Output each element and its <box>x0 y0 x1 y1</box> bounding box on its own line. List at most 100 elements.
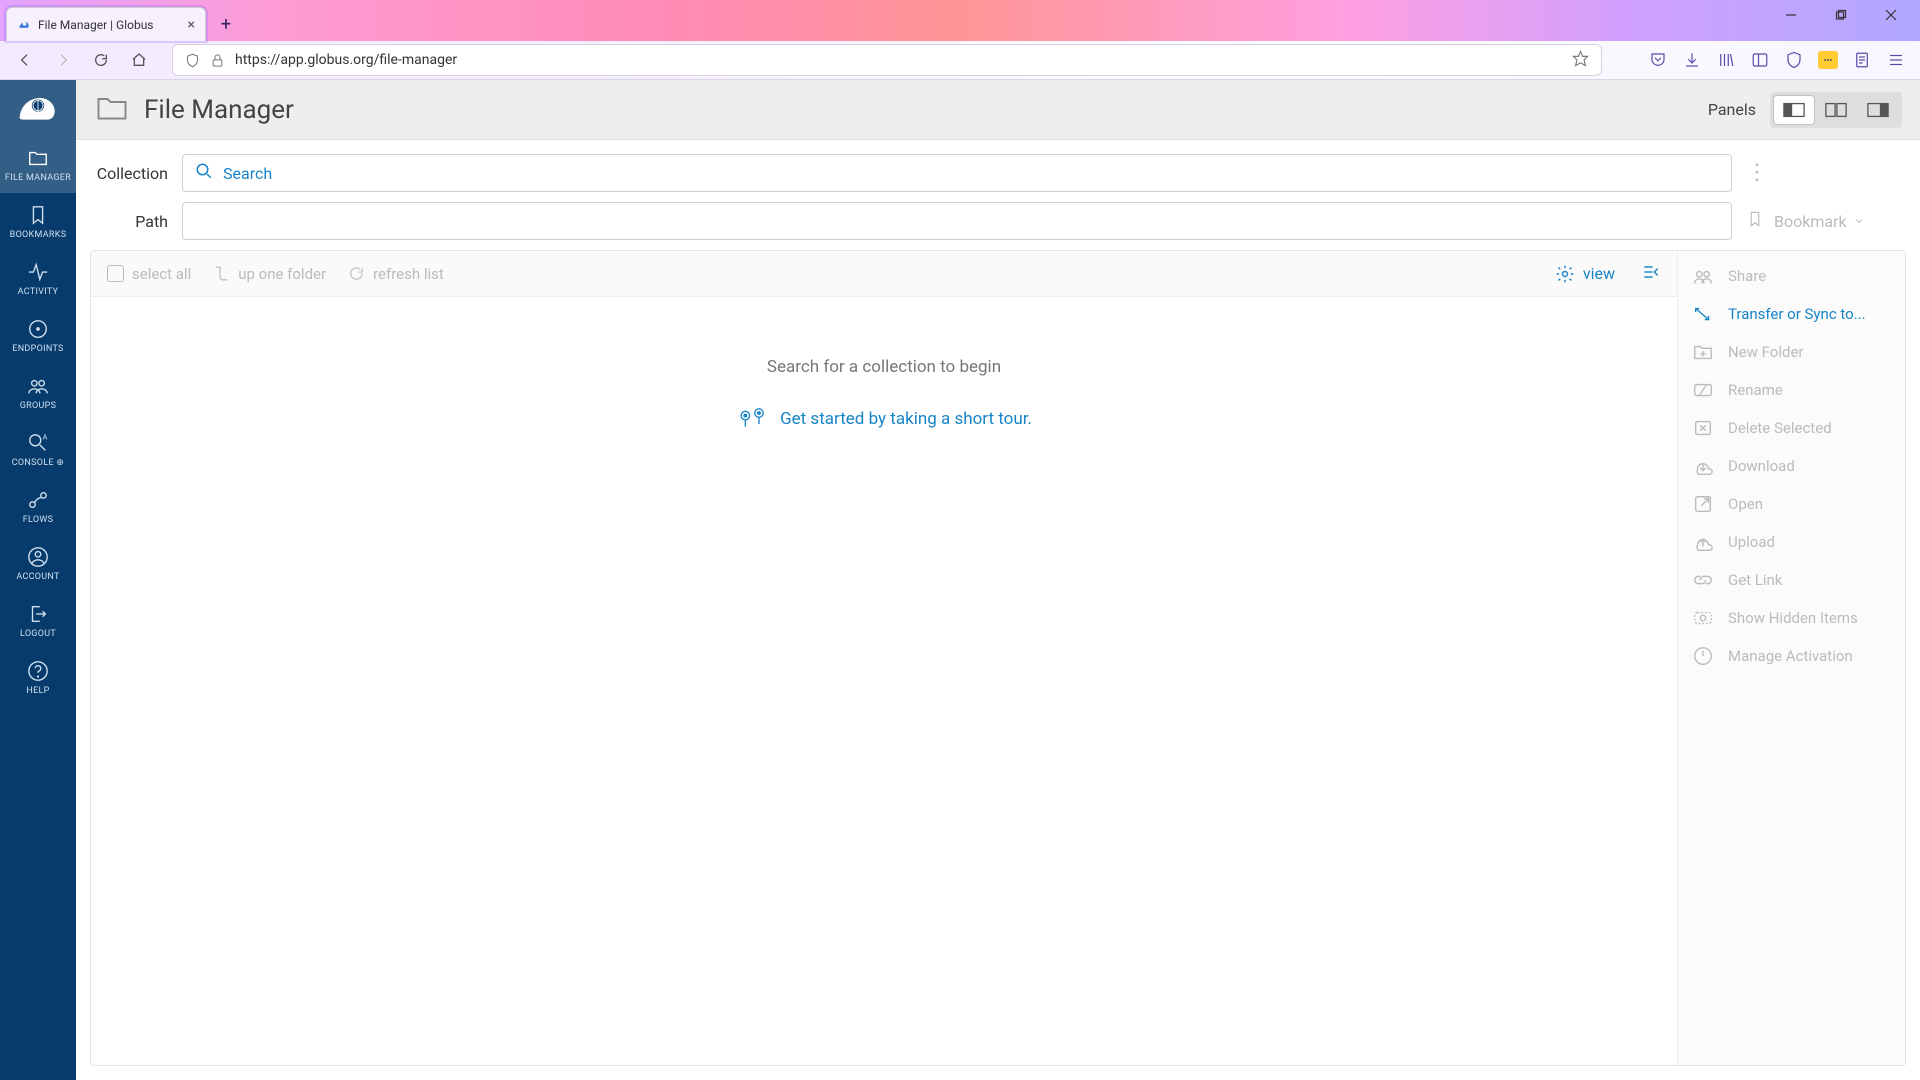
browser-toolbar: https://app.globus.org/file-manager ••• <box>0 41 1920 80</box>
window-close-button[interactable] <box>1868 0 1914 30</box>
help-icon <box>27 660 49 682</box>
empty-message: Search for a collection to begin <box>767 357 1001 377</box>
path-input[interactable] <box>195 212 1719 231</box>
tab-title: File Manager | Globus <box>38 18 154 32</box>
file-list-panel: select all up one folder refresh list vi… <box>91 251 1677 1065</box>
url-text: https://app.globus.org/file-manager <box>235 52 1562 68</box>
rename-icon <box>1692 379 1714 401</box>
transfer-icon <box>1692 303 1714 325</box>
nav-forward-button[interactable] <box>48 45 78 75</box>
action-get-link[interactable]: Get Link <box>1678 561 1905 599</box>
refresh-list-button[interactable]: refresh list <box>348 265 444 283</box>
hamburger-menu-icon[interactable] <box>1886 50 1906 70</box>
browser-tab-strip: File Manager | Globus × + <box>0 0 1920 41</box>
nav-reload-button[interactable] <box>86 45 116 75</box>
collection-row: Collection ⋮ <box>90 154 1906 192</box>
bookmark-icon <box>27 204 49 226</box>
sidebar-item-groups[interactable]: GROUPS <box>0 364 76 421</box>
sidebar-item-file-manager[interactable]: FILE MANAGER <box>0 136 76 193</box>
sidebar-item-logout[interactable]: LOGOUT <box>0 592 76 649</box>
collapse-panel-button[interactable] <box>1641 262 1661 286</box>
action-transfer[interactable]: Transfer or Sync to... <box>1678 295 1905 333</box>
chevron-down-icon <box>1853 215 1865 227</box>
action-manage-activation[interactable]: Manage Activation <box>1678 637 1905 675</box>
window-maximize-button[interactable] <box>1818 0 1864 30</box>
panel-layout-right-button[interactable] <box>1858 96 1898 124</box>
nav-back-button[interactable] <box>10 45 40 75</box>
action-download[interactable]: Download <box>1678 447 1905 485</box>
globus-favicon-icon <box>17 18 31 32</box>
window-minimize-button[interactable] <box>1768 0 1814 30</box>
tab-close-button[interactable]: × <box>188 17 195 33</box>
sidebar-item-account[interactable]: ACCOUNT <box>0 535 76 592</box>
action-upload[interactable]: Upload <box>1678 523 1905 561</box>
sidebar-item-endpoints[interactable]: ENDPOINTS <box>0 307 76 364</box>
sidebar-item-label: ENDPOINTS <box>12 344 63 354</box>
path-label: Path <box>90 212 168 231</box>
sidebar-item-label: FILE MANAGER <box>5 173 71 183</box>
more-options-icon[interactable]: ⋮ <box>1746 169 1768 177</box>
new-tab-button[interactable]: + <box>212 10 240 38</box>
flows-icon <box>27 489 49 511</box>
action-open[interactable]: Open <box>1678 485 1905 523</box>
url-bar[interactable]: https://app.globus.org/file-manager <box>172 44 1602 76</box>
up-arrow-icon <box>213 265 230 282</box>
delete-icon <box>1692 417 1714 439</box>
share-icon <box>1692 265 1714 287</box>
tour-map-icon <box>736 405 770 433</box>
sidebar-item-label: LOGOUT <box>20 629 56 639</box>
refresh-icon <box>348 265 365 282</box>
view-settings-button[interactable]: view <box>1555 264 1615 284</box>
sidebar-item-help[interactable]: HELP <box>0 649 76 706</box>
action-delete[interactable]: Delete Selected <box>1678 409 1905 447</box>
ublock-icon[interactable] <box>1784 50 1804 70</box>
up-one-folder-button[interactable]: up one folder <box>213 265 326 283</box>
account-icon <box>27 546 49 568</box>
upload-icon <box>1692 531 1714 553</box>
take-tour-link[interactable]: Get started by taking a short tour. <box>736 405 1032 433</box>
pocket-icon[interactable] <box>1648 50 1668 70</box>
panel-layout-single-button[interactable] <box>1774 96 1814 124</box>
nav-home-button[interactable] <box>124 45 154 75</box>
sidebar-icon[interactable] <box>1750 50 1770 70</box>
power-icon <box>1692 645 1714 667</box>
eye-icon <box>1692 607 1714 629</box>
panel-layout-split-button[interactable] <box>1816 96 1856 124</box>
sidebar-item-activity[interactable]: ACTIVITY <box>0 250 76 307</box>
collection-options: ⋮ <box>1746 169 1906 177</box>
collection-field[interactable] <box>182 154 1732 192</box>
action-new-folder[interactable]: New Folder <box>1678 333 1905 371</box>
logout-icon <box>27 603 49 625</box>
action-share[interactable]: Share <box>1678 257 1905 295</box>
sidebar-item-bookmarks[interactable]: BOOKMARKS <box>0 193 76 250</box>
search-icon <box>195 162 213 184</box>
action-rename[interactable]: Rename <box>1678 371 1905 409</box>
path-field[interactable] <box>182 202 1732 240</box>
bookmark-star-icon[interactable] <box>1572 50 1589 71</box>
select-all-button[interactable]: select all <box>107 265 191 283</box>
sidebar-item-label: BOOKMARKS <box>10 230 67 240</box>
reader-icon[interactable] <box>1852 50 1872 70</box>
library-icon[interactable] <box>1716 50 1736 70</box>
page-folder-icon <box>94 90 130 130</box>
panel-layout-buttons <box>1770 92 1902 128</box>
download-icon[interactable] <box>1682 50 1702 70</box>
collection-input[interactable] <box>223 164 1719 183</box>
action-show-hidden[interactable]: Show Hidden Items <box>1678 599 1905 637</box>
sidebar: FILE MANAGER BOOKMARKS ACTIVITY ENDPOINT… <box>0 80 76 1080</box>
file-area: select all up one folder refresh list vi… <box>90 250 1906 1066</box>
sidebar-item-console[interactable]: A CONSOLE ⊕ <box>0 421 76 478</box>
extension-badge-icon[interactable]: ••• <box>1818 51 1838 69</box>
sidebar-item-flows[interactable]: FLOWS <box>0 478 76 535</box>
sidebar-item-label: ACTIVITY <box>18 287 59 297</box>
groups-icon <box>27 375 49 397</box>
actions-panel: Share Transfer or Sync to... New Folder … <box>1677 251 1905 1065</box>
folder-icon <box>27 147 49 169</box>
activity-icon <box>27 261 49 283</box>
window-controls <box>1768 0 1914 41</box>
sidebar-item-label: FLOWS <box>23 515 54 525</box>
globus-logo[interactable] <box>0 80 76 136</box>
app-container: FILE MANAGER BOOKMARKS ACTIVITY ENDPOINT… <box>0 80 1920 1080</box>
tab-active[interactable]: File Manager | Globus × <box>6 7 206 41</box>
bookmark-control[interactable]: Bookmark <box>1746 208 1906 234</box>
